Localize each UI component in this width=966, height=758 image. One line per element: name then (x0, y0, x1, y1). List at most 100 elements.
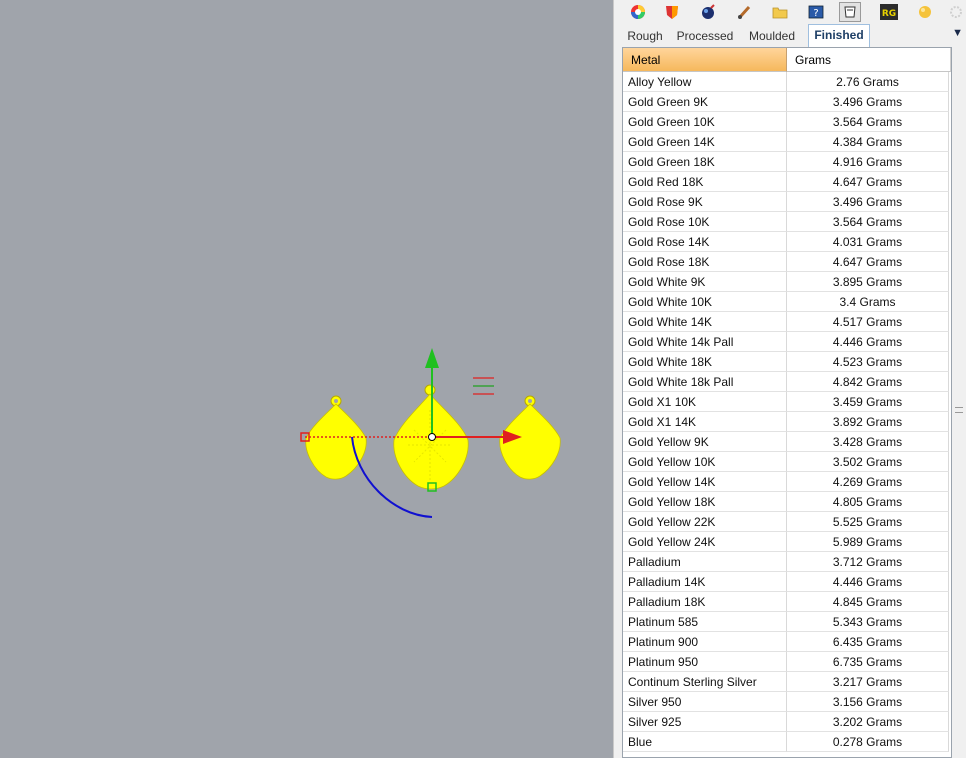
table-row[interactable]: Gold Green 9K 3.496 Grams (623, 92, 949, 112)
metal-cell: Alloy Yellow (623, 72, 787, 92)
metal-cell: Gold White 14K (623, 312, 787, 332)
grams-cell: 3.459 Grams (787, 392, 949, 412)
table-row[interactable]: Blue 0.278 Grams (623, 732, 949, 752)
metal-cell: Gold White 14k Pall (623, 332, 787, 352)
table-row[interactable]: Gold Yellow 24K 5.989 Grams (623, 532, 949, 552)
viewport-scene (300, 348, 561, 518)
table-row[interactable]: Gold White 10K 3.4 Grams (623, 292, 949, 312)
grams-cell: 4.523 Grams (787, 352, 949, 372)
metal-cell: Gold White 18K (623, 352, 787, 372)
table-row[interactable]: Gold Rose 9K 3.496 Grams (623, 192, 949, 212)
metal-cell: Silver 925 (623, 712, 787, 732)
table-row[interactable]: Silver 950 3.156 Grams (623, 692, 949, 712)
table-row[interactable]: Gold Yellow 9K 3.428 Grams (623, 432, 949, 452)
metal-cell: Gold Rose 9K (623, 192, 787, 212)
grams-cell: 4.842 Grams (787, 372, 949, 392)
grams-cell: 4.916 Grams (787, 152, 949, 172)
metal-cell: Gold Green 14K (623, 132, 787, 152)
gumball-menu-icon (473, 377, 494, 395)
metal-cell: Gold Green 10K (623, 112, 787, 132)
table-row[interactable]: Gold X1 10K 3.459 Grams (623, 392, 949, 412)
grams-cell: 5.525 Grams (787, 512, 949, 532)
grams-cell: 3.564 Grams (787, 212, 949, 232)
rg-icon[interactable]: RG (878, 2, 900, 22)
grams-cell: 6.435 Grams (787, 632, 949, 652)
table-row[interactable]: Gold White 14k Pall 4.446 Grams (623, 332, 949, 352)
grams-cell: 4.446 Grams (787, 332, 949, 352)
3d-viewport[interactable] (0, 0, 613, 758)
grams-cell: 3.202 Grams (787, 712, 949, 732)
table-row[interactable]: Gold Yellow 22K 5.525 Grams (623, 512, 949, 532)
grams-cell: 4.845 Grams (787, 592, 949, 612)
metal-cell: Platinum 900 (623, 632, 787, 652)
column-header-grams[interactable]: Grams (787, 48, 951, 72)
table-row[interactable]: Platinum 900 6.435 Grams (623, 632, 949, 652)
metal-cell: Gold Yellow 9K (623, 432, 787, 452)
table-row[interactable]: Gold Yellow 18K 4.805 Grams (623, 492, 949, 512)
settings-icon[interactable] (945, 2, 966, 22)
metal-cell: Gold X1 14K (623, 412, 787, 432)
table-row[interactable]: Platinum 585 5.343 Grams (623, 612, 949, 632)
shield-icon[interactable] (661, 2, 683, 22)
table-row[interactable]: Gold Rose 14K 4.031 Grams (623, 232, 949, 252)
stage-tabs: Rough Processed Moulded Finished ▼ (621, 24, 966, 47)
table-row[interactable]: Gold White 18k Pall 4.842 Grams (623, 372, 949, 392)
tabs-dropdown-icon[interactable]: ▼ (952, 27, 963, 39)
table-row[interactable]: Gold Green 10K 3.564 Grams (623, 112, 949, 132)
table-row[interactable]: Gold White 18K 4.523 Grams (623, 352, 949, 372)
metal-cell: Silver 950 (623, 692, 787, 712)
metal-weight-panel: ? RG Rough Processed Moulded Finished ▼ … (621, 0, 966, 758)
table-row[interactable]: Palladium 18K 4.845 Grams (623, 592, 949, 612)
brush-icon[interactable] (733, 2, 755, 22)
grams-cell: 2.76 Grams (787, 72, 949, 92)
metal-cell: Gold Yellow 22K (623, 512, 787, 532)
svg-text:?: ? (813, 8, 818, 19)
table-row[interactable]: Platinum 950 6.735 Grams (623, 652, 949, 672)
grams-cell: 3.892 Grams (787, 412, 949, 432)
table-row[interactable]: Palladium 14K 4.446 Grams (623, 572, 949, 592)
table-row[interactable]: Silver 925 3.202 Grams (623, 712, 949, 732)
panel-splitter[interactable] (613, 0, 621, 758)
tab-finished[interactable]: Finished (808, 24, 870, 47)
table-row[interactable]: Gold Yellow 14K 4.269 Grams (623, 472, 949, 492)
grams-cell: 3.217 Grams (787, 672, 949, 692)
metal-cell: Gold Green 18K (623, 152, 787, 172)
metal-cell: Gold Red 18K (623, 172, 787, 192)
grams-cell: 3.428 Grams (787, 432, 949, 452)
color-wheel-icon[interactable] (627, 2, 649, 22)
sphere-icon[interactable] (914, 2, 936, 22)
table-row[interactable]: Gold White 9K 3.895 Grams (623, 272, 949, 292)
table-row[interactable]: Gold X1 14K 3.892 Grams (623, 412, 949, 432)
tab-rough[interactable]: Rough (621, 26, 669, 46)
table-scrollbar[interactable] (952, 47, 966, 758)
folder-icon[interactable] (769, 2, 791, 22)
metal-cell: Palladium (623, 552, 787, 572)
table-row[interactable]: Gold Rose 10K 3.564 Grams (623, 212, 949, 232)
table-row[interactable]: Gold Green 14K 4.384 Grams (623, 132, 949, 152)
table-row[interactable]: Palladium 3.712 Grams (623, 552, 949, 572)
metal-cell: Gold Rose 10K (623, 212, 787, 232)
table-row[interactable]: Gold Red 18K 4.647 Grams (623, 172, 949, 192)
table-row[interactable]: Gold White 14K 4.517 Grams (623, 312, 949, 332)
grams-cell: 5.989 Grams (787, 532, 949, 552)
grams-cell: 3.564 Grams (787, 112, 949, 132)
metal-cell: Continum Sterling Silver (623, 672, 787, 692)
help-icon[interactable]: ? (805, 2, 827, 22)
table-row[interactable]: Gold Green 18K 4.916 Grams (623, 152, 949, 172)
table-row[interactable]: Gold Yellow 10K 3.502 Grams (623, 452, 949, 472)
table-row[interactable]: Continum Sterling Silver 3.217 Grams (623, 672, 949, 692)
scrollbar-grip-icon[interactable] (955, 407, 963, 413)
grams-cell: 3.895 Grams (787, 272, 949, 292)
grams-cell: 4.647 Grams (787, 252, 949, 272)
gem-weight-icon[interactable] (839, 2, 861, 22)
metal-weight-table: Metal Grams Alloy Yellow 2.76 Grams Gold G… (622, 47, 952, 758)
tab-moulded[interactable]: Moulded (743, 26, 801, 46)
table-row[interactable]: Gold Rose 18K 4.647 Grams (623, 252, 949, 272)
grams-cell: 3.496 Grams (787, 92, 949, 112)
panel-toolbar: ? RG (621, 0, 966, 24)
globe-icon[interactable] (697, 2, 719, 22)
grams-cell: 4.269 Grams (787, 472, 949, 492)
table-row[interactable]: Alloy Yellow 2.76 Grams (623, 72, 949, 92)
tab-processed[interactable]: Processed (673, 26, 737, 46)
column-header-metal[interactable]: Metal (623, 48, 787, 72)
